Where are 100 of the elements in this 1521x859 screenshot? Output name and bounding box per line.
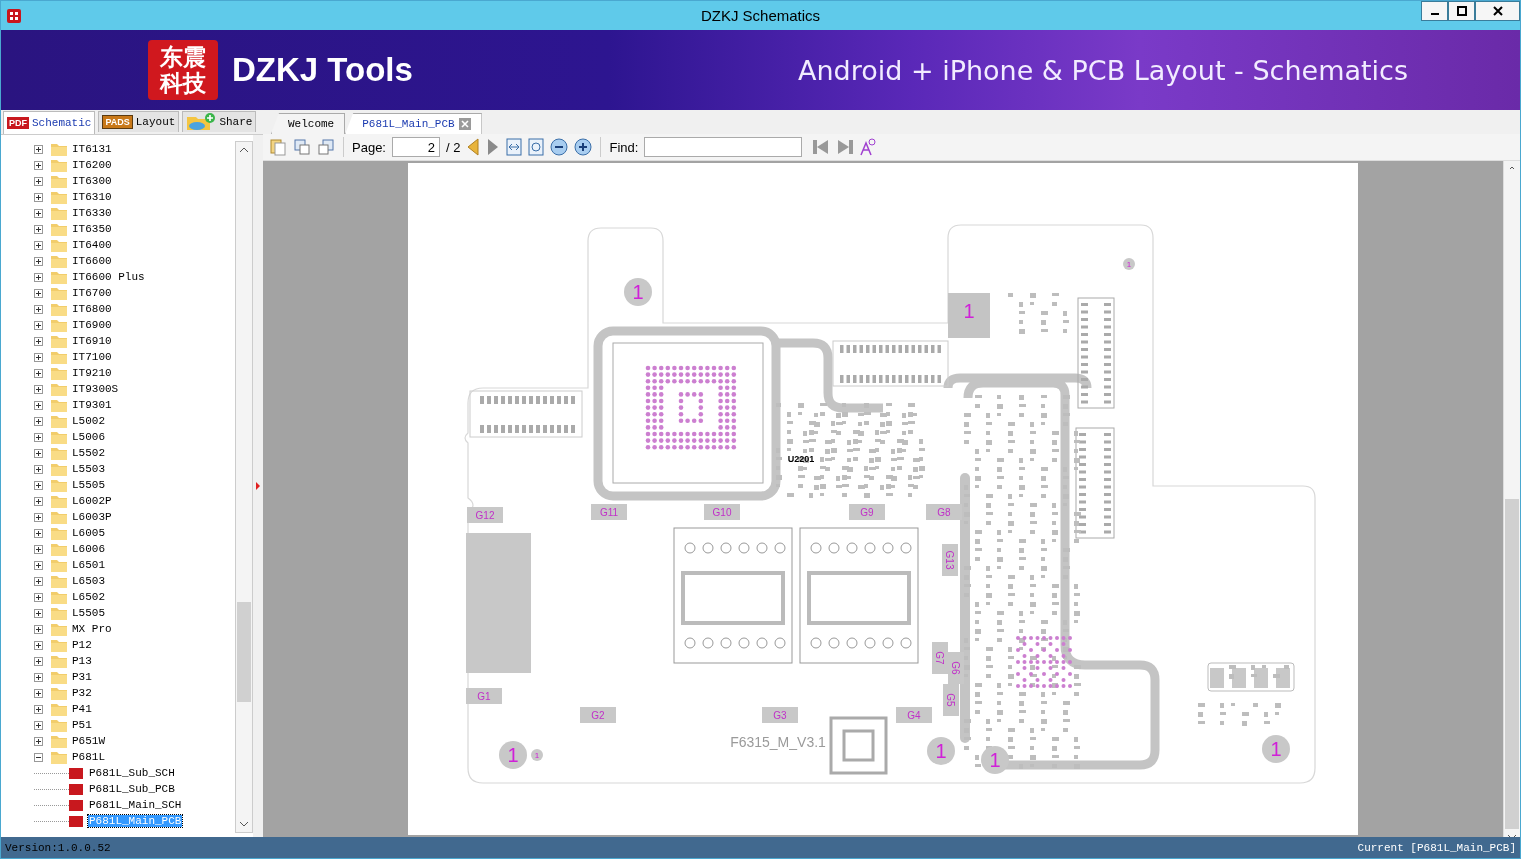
document-tab[interactable]: Welcome xyxy=(271,113,346,134)
expand-icon[interactable] xyxy=(34,304,43,314)
folder-item[interactable]: IT6300 xyxy=(71,175,113,187)
folder-item[interactable]: IT7100 xyxy=(71,351,113,363)
expand-icon[interactable] xyxy=(34,320,43,330)
previous-page-icon[interactable] xyxy=(466,138,481,156)
folder-item[interactable]: L6003P xyxy=(71,511,113,523)
fit-width-icon[interactable] xyxy=(506,138,523,156)
expand-icon[interactable] xyxy=(34,192,43,202)
expand-icon[interactable] xyxy=(34,272,43,282)
fit-page-icon[interactable] xyxy=(528,138,545,156)
folder-item[interactable]: MX Pro xyxy=(71,623,113,635)
folder-item[interactable]: P41 xyxy=(71,703,93,715)
folder-item[interactable]: L5006 xyxy=(71,431,106,443)
collapse-icon[interactable] xyxy=(34,752,43,762)
expand-icon[interactable] xyxy=(34,352,43,362)
folder-item[interactable]: P31 xyxy=(71,671,93,683)
expand-icon[interactable] xyxy=(34,544,43,554)
expand-icon[interactable] xyxy=(34,656,43,666)
expand-icon[interactable] xyxy=(34,176,43,186)
folder-item[interactable]: P51 xyxy=(71,719,93,731)
expand-icon[interactable] xyxy=(34,336,43,346)
panel-tab[interactable]: PADS Layout xyxy=(98,111,180,132)
expand-icon[interactable] xyxy=(34,480,43,490)
folder-item[interactable]: L5002 xyxy=(71,415,106,427)
folder-item[interactable]: L5503 xyxy=(71,463,106,475)
scrollbar[interactable] xyxy=(235,141,254,833)
find-previous-icon[interactable] xyxy=(812,138,831,156)
find-next-icon[interactable] xyxy=(836,138,855,156)
file-item[interactable]: P681L_Sub_PCB xyxy=(88,783,176,795)
expand-icon[interactable] xyxy=(34,736,43,746)
folder-item[interactable]: IT6800 xyxy=(71,303,113,315)
expand-icon[interactable] xyxy=(34,608,43,618)
expand-icon[interactable] xyxy=(34,400,43,410)
maximize-icon[interactable] xyxy=(1456,6,1467,16)
folder-item[interactable]: IT6350 xyxy=(71,223,113,235)
find-field[interactable] xyxy=(644,137,803,157)
scrollbar[interactable] xyxy=(1503,161,1520,837)
zoom-in-icon[interactable] xyxy=(574,138,593,156)
folder-item[interactable]: L6005 xyxy=(71,527,106,539)
folder-item[interactable]: P681L xyxy=(71,751,106,763)
page-number-field[interactable]: 2 xyxy=(392,137,440,157)
folder-item[interactable]: L5505 xyxy=(71,479,106,491)
scroll-thumb[interactable] xyxy=(1505,499,1519,829)
folder-item[interactable]: P13 xyxy=(71,655,93,667)
expand-icon[interactable] xyxy=(34,384,43,394)
minimize-button[interactable] xyxy=(1421,1,1448,21)
expand-icon[interactable] xyxy=(34,448,43,458)
folder-item[interactable]: P12 xyxy=(71,639,93,651)
close-icon[interactable] xyxy=(1492,6,1503,16)
expand-icon[interactable] xyxy=(34,432,43,442)
folder-item[interactable]: L6501 xyxy=(71,559,106,571)
folder-item[interactable]: L6502 xyxy=(71,591,106,603)
folder-item[interactable]: IT6330 xyxy=(71,207,113,219)
document-tab[interactable]: P681L_Main_PCB xyxy=(345,113,482,134)
expand-icon[interactable] xyxy=(34,512,43,522)
folder-item[interactable]: IT6600 Plus xyxy=(71,271,146,283)
text-style-icon[interactable] xyxy=(860,138,877,156)
folder-item[interactable]: L5502 xyxy=(71,447,106,459)
folder-item[interactable]: IT6310 xyxy=(71,191,113,203)
expand-icon[interactable] xyxy=(34,640,43,650)
folder-item[interactable]: IT6400 xyxy=(71,239,113,251)
expand-icon[interactable] xyxy=(34,256,43,266)
folder-item[interactable]: IT9300S xyxy=(71,383,120,395)
expand-icon[interactable] xyxy=(34,464,43,474)
folder-item[interactable]: L5505 xyxy=(71,607,106,619)
expand-icon[interactable] xyxy=(34,720,43,730)
folder-item[interactable]: L6002P xyxy=(71,495,113,507)
folder-item[interactable]: IT6131 xyxy=(71,143,113,155)
folder-item[interactable]: IT9210 xyxy=(71,367,113,379)
expand-icon[interactable] xyxy=(34,368,43,378)
expand-icon[interactable] xyxy=(34,592,43,602)
folder-item[interactable]: P651W xyxy=(71,735,106,747)
expand-icon[interactable] xyxy=(34,416,43,426)
file-item[interactable]: P681L_Sub_SCH xyxy=(88,767,176,779)
panel-tab[interactable]: PDF Schematic xyxy=(3,111,96,134)
expand-icon[interactable] xyxy=(34,224,43,234)
folder-item[interactable]: P32 xyxy=(71,687,93,699)
expand-icon[interactable] xyxy=(34,528,43,538)
folder-item[interactable]: L6006 xyxy=(71,543,106,555)
folder-item[interactable]: L6503 xyxy=(71,575,106,587)
folder-item[interactable]: IT6700 xyxy=(71,287,113,299)
panel-tab[interactable]: Share xyxy=(182,111,257,132)
expand-icon[interactable] xyxy=(34,624,43,634)
expand-icon[interactable] xyxy=(34,576,43,586)
file-item[interactable]: P681L_Main_SCH xyxy=(88,799,183,811)
folder-item[interactable]: IT6900 xyxy=(71,319,113,331)
collapse-panel-icon[interactable] xyxy=(256,482,261,490)
expand-icon[interactable] xyxy=(34,144,43,154)
maximize-button[interactable] xyxy=(1448,1,1475,21)
folder-item[interactable]: IT6200 xyxy=(71,159,113,171)
close-button[interactable] xyxy=(1475,1,1520,21)
folder-item[interactable]: IT6910 xyxy=(71,335,113,347)
expand-icon[interactable] xyxy=(34,672,43,682)
expand-icon[interactable] xyxy=(34,240,43,250)
expand-icon[interactable] xyxy=(34,560,43,570)
expand-icon[interactable] xyxy=(34,160,43,170)
expand-icon[interactable] xyxy=(34,208,43,218)
folder-item[interactable]: IT6600 xyxy=(71,255,113,267)
expand-icon[interactable] xyxy=(34,688,43,698)
